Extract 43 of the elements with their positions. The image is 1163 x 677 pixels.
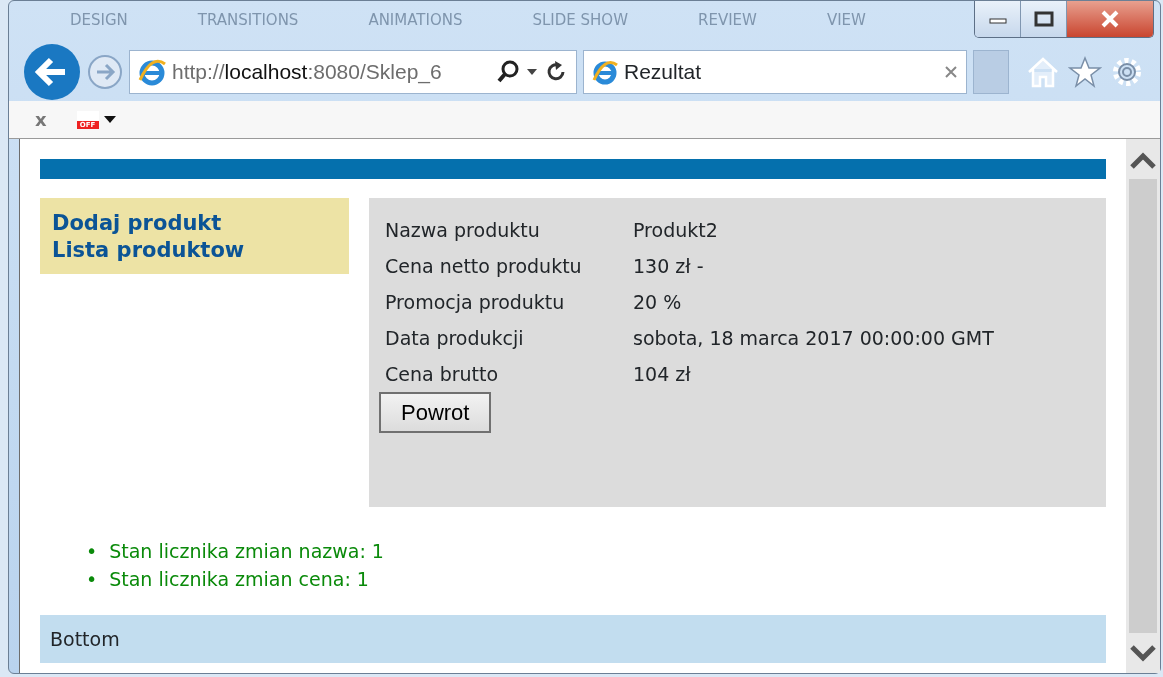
ribbon-tab-label: SLIDE SHOW	[532, 9, 628, 31]
back-button[interactable]	[23, 43, 81, 101]
maximize-button[interactable]	[1021, 1, 1067, 37]
favorites-star-icon[interactable]	[1068, 56, 1102, 88]
url-text: http://localhost:8080/Sklep_6	[172, 59, 443, 86]
close-toolbar-button[interactable]: x	[35, 106, 47, 133]
field-label: Nazwa produktu	[385, 217, 541, 243]
settings-icon[interactable]	[1110, 56, 1144, 88]
counter-item: Stan licznika zmian cena: 1	[109, 567, 369, 592]
ribbon-tab-label: REVIEW	[698, 9, 757, 31]
bullet: •	[86, 567, 98, 592]
field-value: Produkt2	[633, 217, 718, 243]
back-button[interactable]: Powrot	[379, 392, 492, 433]
menu-link[interactable]: Lista produktow	[52, 237, 337, 264]
browser-logo-icon	[592, 59, 618, 85]
scrollbar[interactable]	[1126, 139, 1160, 673]
ribbon-tab-label: DESIGN	[70, 9, 128, 31]
browser-tab[interactable]: Rezultat	[583, 50, 967, 94]
dropdown-caret-icon[interactable]	[102, 115, 117, 124]
field-value: 20 %	[633, 289, 682, 315]
close-button[interactable]	[1067, 1, 1153, 37]
field-value: sobota, 18 marca 2017 00:00:00 GMT	[633, 325, 994, 351]
ribbon-tab-label: ANIMATIONS	[368, 9, 463, 31]
close-tab-icon[interactable]	[944, 65, 958, 79]
field-label: Promocja produktu	[385, 289, 566, 315]
ribbon-tab-label: TRANSITIONS	[197, 9, 299, 31]
counter-item: Stan licznika zmian nazwa: 1	[109, 539, 384, 564]
browser-logo-icon	[138, 58, 166, 86]
field-value: 104 zł	[633, 361, 691, 387]
address-bar[interactable]: http://localhost:8080/Sklep_6	[129, 50, 577, 94]
field-label: Cena brutto	[385, 361, 500, 387]
menu-link[interactable]: Dodaj produkt	[52, 210, 337, 237]
search-icon[interactable]	[496, 60, 520, 84]
dropdown-caret-icon[interactable]	[526, 68, 538, 76]
field-value: 130 zł -	[633, 253, 704, 279]
close-icon	[1100, 10, 1120, 28]
maximize-icon	[1033, 11, 1054, 27]
scroll-thumb[interactable]	[1129, 179, 1157, 633]
field-label: Data produkcji	[385, 325, 525, 351]
bullet: •	[86, 539, 98, 564]
field-label: Cena netto produktu	[385, 253, 583, 279]
ribbon-tab-label: VIEW	[826, 9, 866, 31]
footer-text: Bottom	[50, 626, 120, 652]
